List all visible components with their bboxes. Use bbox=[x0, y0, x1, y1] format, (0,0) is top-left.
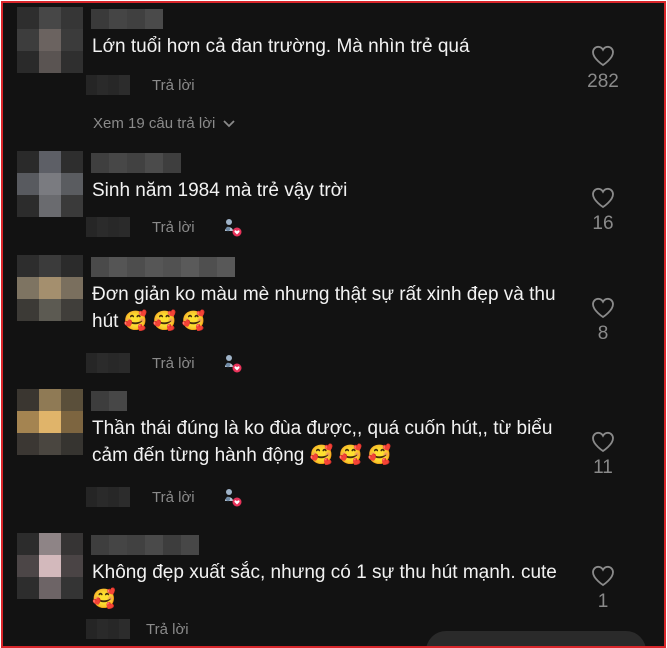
timestamp-blurred bbox=[86, 487, 130, 507]
chevron-down-icon bbox=[223, 119, 236, 127]
reply-button[interactable]: Trả lời bbox=[152, 355, 195, 372]
comment-meta: Trả lời bbox=[86, 617, 189, 641]
heart-outline-icon bbox=[592, 45, 614, 67]
like-count: 16 bbox=[592, 213, 614, 234]
comment-text: Đơn giản ko màu mè nhưng thật sự rất xin… bbox=[92, 284, 556, 332]
timestamp-blurred bbox=[86, 75, 130, 95]
username-blurred[interactable] bbox=[91, 153, 181, 173]
comment-input-bar[interactable] bbox=[426, 631, 646, 646]
comment-meta: Trả lời bbox=[86, 351, 243, 375]
comment-text: Lớn tuổi hơn cả đan trường. Mà nhìn trẻ … bbox=[92, 36, 470, 57]
reply-button[interactable]: Trả lời bbox=[152, 77, 195, 94]
like-count: 1 bbox=[597, 591, 609, 612]
heart-outline-icon bbox=[592, 297, 614, 319]
username-blurred[interactable] bbox=[91, 257, 235, 277]
like-count: 8 bbox=[597, 323, 609, 344]
heart-outline-icon bbox=[592, 565, 614, 587]
heart-outline-icon bbox=[592, 187, 614, 209]
like-button[interactable]: 282 bbox=[575, 45, 631, 93]
creator-liked-icon bbox=[221, 486, 243, 508]
avatar[interactable] bbox=[17, 255, 83, 321]
avatar[interactable] bbox=[17, 389, 83, 455]
view-replies-button[interactable]: Xem 19 câu trả lời bbox=[93, 115, 236, 132]
timestamp-blurred bbox=[86, 353, 130, 373]
timestamp-blurred bbox=[86, 217, 130, 237]
comment-panel: Lớn tuổi hơn cả đan trường. Mà nhìn trẻ … bbox=[1, 1, 666, 648]
reply-button[interactable]: Trả lời bbox=[152, 219, 195, 236]
comment-meta: Trả lời bbox=[86, 73, 195, 97]
like-button[interactable]: 1 bbox=[575, 565, 631, 613]
comment-meta: Trả lời bbox=[86, 485, 243, 509]
timestamp-blurred bbox=[86, 619, 130, 639]
username-blurred[interactable] bbox=[91, 391, 127, 411]
comment-meta: Trả lời bbox=[86, 215, 243, 239]
avatar[interactable] bbox=[17, 7, 83, 73]
creator-liked-icon bbox=[221, 216, 243, 238]
username-blurred[interactable] bbox=[91, 535, 199, 555]
like-button[interactable]: 11 bbox=[575, 431, 631, 479]
username-blurred[interactable] bbox=[91, 9, 163, 29]
comment-text: Không đẹp xuất sắc, nhưng có 1 sự thu hú… bbox=[92, 562, 557, 610]
heart-outline-icon bbox=[592, 431, 614, 453]
like-count: 282 bbox=[587, 71, 619, 92]
comment-text: Thần thái đúng là ko đùa được,, quá cuốn… bbox=[92, 418, 553, 466]
reply-button[interactable]: Trả lời bbox=[152, 489, 195, 506]
view-replies-label: Xem 19 câu trả lời bbox=[93, 115, 216, 132]
avatar[interactable] bbox=[17, 533, 83, 599]
like-button[interactable]: 16 bbox=[575, 187, 631, 235]
like-button[interactable]: 8 bbox=[575, 297, 631, 345]
like-count: 11 bbox=[593, 457, 613, 478]
comment-text: Sinh năm 1984 mà trẻ vậy trời bbox=[92, 180, 348, 201]
avatar[interactable] bbox=[17, 151, 83, 217]
creator-liked-icon bbox=[221, 352, 243, 374]
reply-button[interactable]: Trả lời bbox=[146, 621, 189, 638]
